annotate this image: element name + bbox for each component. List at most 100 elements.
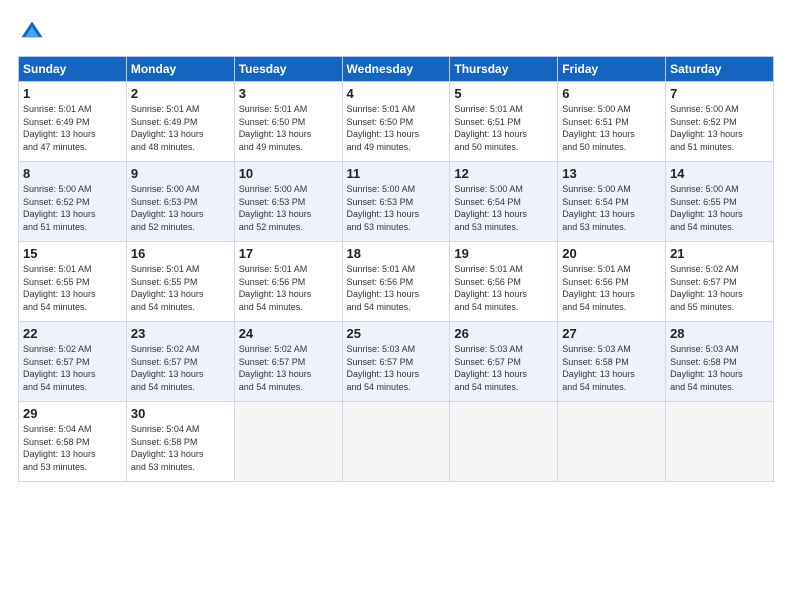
day-number: 8	[23, 166, 122, 181]
calendar-cell: 8 Sunrise: 5:00 AM Sunset: 6:52 PM Daylig…	[19, 162, 127, 242]
day-number: 19	[454, 246, 553, 261]
calendar-cell	[342, 402, 450, 482]
calendar-header-saturday: Saturday	[666, 57, 774, 82]
calendar-cell: 19 Sunrise: 5:01 AM Sunset: 6:56 PM Dayli…	[450, 242, 558, 322]
calendar-cell: 28 Sunrise: 5:03 AM Sunset: 6:58 PM Dayli…	[666, 322, 774, 402]
day-info: Sunrise: 5:00 AM Sunset: 6:53 PM Dayligh…	[131, 183, 230, 233]
logo-icon	[18, 18, 46, 46]
day-info: Sunrise: 5:02 AM Sunset: 6:57 PM Dayligh…	[239, 343, 338, 393]
calendar-week-1: 8 Sunrise: 5:00 AM Sunset: 6:52 PM Daylig…	[19, 162, 774, 242]
day-info: Sunrise: 5:04 AM Sunset: 6:58 PM Dayligh…	[23, 423, 122, 473]
day-number: 12	[454, 166, 553, 181]
day-number: 5	[454, 86, 553, 101]
day-info: Sunrise: 5:01 AM Sunset: 6:56 PM Dayligh…	[454, 263, 553, 313]
calendar-cell: 23 Sunrise: 5:02 AM Sunset: 6:57 PM Dayli…	[126, 322, 234, 402]
day-number: 20	[562, 246, 661, 261]
calendar: SundayMondayTuesdayWednesdayThursdayFrid…	[18, 56, 774, 482]
day-info: Sunrise: 5:01 AM Sunset: 6:56 PM Dayligh…	[239, 263, 338, 313]
day-number: 10	[239, 166, 338, 181]
day-info: Sunrise: 5:00 AM Sunset: 6:53 PM Dayligh…	[347, 183, 446, 233]
day-info: Sunrise: 5:00 AM Sunset: 6:51 PM Dayligh…	[562, 103, 661, 153]
calendar-cell: 3 Sunrise: 5:01 AM Sunset: 6:50 PM Daylig…	[234, 82, 342, 162]
calendar-cell: 20Sunrise: 5:01 AM Sunset: 6:56 PM Dayli…	[558, 242, 666, 322]
day-number: 25	[347, 326, 446, 341]
day-number: 13	[562, 166, 661, 181]
day-info: Sunrise: 5:01 AM Sunset: 6:49 PM Dayligh…	[23, 103, 122, 153]
calendar-cell: 13 Sunrise: 5:00 AM Sunset: 6:54 PM Dayli…	[558, 162, 666, 242]
day-number: 18	[347, 246, 446, 261]
calendar-week-3: 22 Sunrise: 5:02 AM Sunset: 6:57 PM Dayli…	[19, 322, 774, 402]
calendar-cell: 29 Sunrise: 5:04 AM Sunset: 6:58 PM Dayli…	[19, 402, 127, 482]
day-number: 26	[454, 326, 553, 341]
day-number: 22	[23, 326, 122, 341]
header	[18, 18, 774, 46]
calendar-cell: 17 Sunrise: 5:01 AM Sunset: 6:56 PM Dayli…	[234, 242, 342, 322]
day-number: 15	[23, 246, 122, 261]
day-number: 29	[23, 406, 122, 421]
calendar-cell: 11 Sunrise: 5:00 AM Sunset: 6:53 PM Dayli…	[342, 162, 450, 242]
day-number: 21	[670, 246, 769, 261]
calendar-cell: 6Sunrise: 5:00 AM Sunset: 6:51 PM Daylig…	[558, 82, 666, 162]
calendar-cell: 18 Sunrise: 5:01 AM Sunset: 6:56 PM Dayli…	[342, 242, 450, 322]
calendar-cell: 7 Sunrise: 5:00 AM Sunset: 6:52 PM Daylig…	[666, 82, 774, 162]
page: SundayMondayTuesdayWednesdayThursdayFrid…	[0, 0, 792, 612]
day-info: Sunrise: 5:02 AM Sunset: 6:57 PM Dayligh…	[131, 343, 230, 393]
day-info: Sunrise: 5:00 AM Sunset: 6:55 PM Dayligh…	[670, 183, 769, 233]
day-info: Sunrise: 5:00 AM Sunset: 6:52 PM Dayligh…	[23, 183, 122, 233]
calendar-cell: 27 Sunrise: 5:03 AM Sunset: 6:58 PM Dayli…	[558, 322, 666, 402]
day-info: Sunrise: 5:00 AM Sunset: 6:53 PM Dayligh…	[239, 183, 338, 233]
calendar-week-0: 1 Sunrise: 5:01 AM Sunset: 6:49 PM Daylig…	[19, 82, 774, 162]
calendar-cell: 9 Sunrise: 5:00 AM Sunset: 6:53 PM Daylig…	[126, 162, 234, 242]
day-info: Sunrise: 5:00 AM Sunset: 6:54 PM Dayligh…	[562, 183, 661, 233]
day-number: 16	[131, 246, 230, 261]
day-number: 7	[670, 86, 769, 101]
day-number: 4	[347, 86, 446, 101]
calendar-header-row: SundayMondayTuesdayWednesdayThursdayFrid…	[19, 57, 774, 82]
day-info: Sunrise: 5:00 AM Sunset: 6:54 PM Dayligh…	[454, 183, 553, 233]
day-info: Sunrise: 5:02 AM Sunset: 6:57 PM Dayligh…	[670, 263, 769, 313]
day-number: 24	[239, 326, 338, 341]
day-number: 9	[131, 166, 230, 181]
calendar-header-wednesday: Wednesday	[342, 57, 450, 82]
day-info: Sunrise: 5:02 AM Sunset: 6:57 PM Dayligh…	[23, 343, 122, 393]
day-info: Sunrise: 5:01 AM Sunset: 6:55 PM Dayligh…	[23, 263, 122, 313]
day-number: 2	[131, 86, 230, 101]
calendar-header-tuesday: Tuesday	[234, 57, 342, 82]
day-info: Sunrise: 5:01 AM Sunset: 6:49 PM Dayligh…	[131, 103, 230, 153]
calendar-cell: 22 Sunrise: 5:02 AM Sunset: 6:57 PM Dayli…	[19, 322, 127, 402]
calendar-cell: 21 Sunrise: 5:02 AM Sunset: 6:57 PM Dayli…	[666, 242, 774, 322]
calendar-header-thursday: Thursday	[450, 57, 558, 82]
day-number: 3	[239, 86, 338, 101]
day-info: Sunrise: 5:03 AM Sunset: 6:57 PM Dayligh…	[454, 343, 553, 393]
day-info: Sunrise: 5:04 AM Sunset: 6:58 PM Dayligh…	[131, 423, 230, 473]
calendar-cell: 25Sunrise: 5:03 AM Sunset: 6:57 PM Dayli…	[342, 322, 450, 402]
day-info: Sunrise: 5:01 AM Sunset: 6:55 PM Dayligh…	[131, 263, 230, 313]
day-number: 23	[131, 326, 230, 341]
day-number: 27	[562, 326, 661, 341]
calendar-cell	[558, 402, 666, 482]
calendar-cell: 2 Sunrise: 5:01 AM Sunset: 6:49 PM Daylig…	[126, 82, 234, 162]
day-number: 1	[23, 86, 122, 101]
day-number: 28	[670, 326, 769, 341]
calendar-week-4: 29 Sunrise: 5:04 AM Sunset: 6:58 PM Dayli…	[19, 402, 774, 482]
day-number: 14	[670, 166, 769, 181]
calendar-cell	[450, 402, 558, 482]
calendar-cell: 10 Sunrise: 5:00 AM Sunset: 6:53 PM Dayli…	[234, 162, 342, 242]
day-info: Sunrise: 5:01 AM Sunset: 6:56 PM Dayligh…	[347, 263, 446, 313]
day-info: Sunrise: 5:01 AM Sunset: 6:50 PM Dayligh…	[239, 103, 338, 153]
day-info: Sunrise: 5:03 AM Sunset: 6:58 PM Dayligh…	[562, 343, 661, 393]
calendar-header-friday: Friday	[558, 57, 666, 82]
calendar-header-monday: Monday	[126, 57, 234, 82]
calendar-week-2: 15 Sunrise: 5:01 AM Sunset: 6:55 PM Dayli…	[19, 242, 774, 322]
calendar-cell: 16 Sunrise: 5:01 AM Sunset: 6:55 PM Dayli…	[126, 242, 234, 322]
day-number: 30	[131, 406, 230, 421]
logo	[18, 18, 50, 46]
calendar-cell	[666, 402, 774, 482]
day-info: Sunrise: 5:00 AM Sunset: 6:52 PM Dayligh…	[670, 103, 769, 153]
calendar-cell: 1 Sunrise: 5:01 AM Sunset: 6:49 PM Daylig…	[19, 82, 127, 162]
day-number: 11	[347, 166, 446, 181]
day-number: 17	[239, 246, 338, 261]
calendar-cell: 24 Sunrise: 5:02 AM Sunset: 6:57 PM Dayli…	[234, 322, 342, 402]
day-info: Sunrise: 5:03 AM Sunset: 6:58 PM Dayligh…	[670, 343, 769, 393]
calendar-cell: 30 Sunrise: 5:04 AM Sunset: 6:58 PM Dayli…	[126, 402, 234, 482]
